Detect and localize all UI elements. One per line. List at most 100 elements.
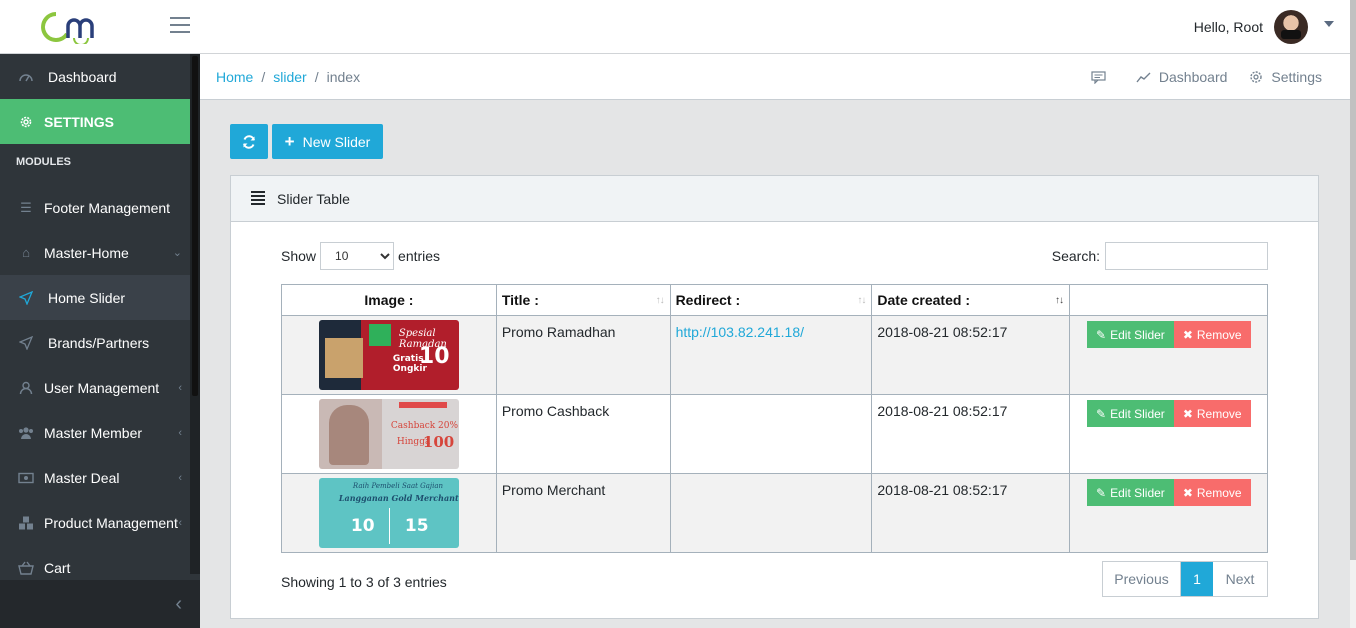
actions-cell: ✎ Edit Slider ✖ Remove [1069, 315, 1268, 395]
page-length-select[interactable]: 10 [320, 242, 395, 270]
image-cell: Cashback 20% Hingga 100 [281, 394, 497, 474]
sidebar-item-home-slider[interactable]: Home Slider [0, 275, 190, 320]
edit-icon: ✎ [1096, 485, 1107, 500]
edit-slider-button[interactable]: ✎ Edit Slider [1087, 321, 1174, 348]
brand-logo[interactable] [40, 8, 114, 44]
remove-button[interactable]: ✖ Remove [1173, 400, 1251, 427]
gear-icon [18, 114, 34, 130]
remove-button[interactable]: ✖ Remove [1173, 479, 1251, 506]
column-header-image: Image : [281, 284, 497, 316]
column-header-label: Title : [501, 292, 539, 308]
sidebar-item-label: Footer Management [44, 199, 171, 216]
page-scrollbar-thumb[interactable] [1350, 0, 1356, 560]
sidebar-item-label: User Management [44, 379, 160, 396]
sidebar-minimizer-button[interactable]: ‹ [0, 580, 200, 628]
gear-icon [1250, 71, 1263, 83]
date-cell: 2018-08-21 08:52:17 [871, 315, 1071, 395]
speech-bubble-button[interactable] [1091, 70, 1114, 84]
chevron-down-icon: ⌄ [172, 247, 182, 259]
sidebar-item-master-deal[interactable]: Master Deal ‹ [0, 455, 190, 500]
new-slider-button[interactable]: + New Slider [272, 124, 383, 159]
image-cell: Spesial Ramadan Gratis Ongkir 10 [281, 315, 497, 395]
sidebar-scrollbar[interactable] [190, 54, 200, 574]
speedometer-icon [18, 69, 34, 85]
breadcrumb-settings-link[interactable]: Settings [1249, 69, 1322, 85]
chevron-left-icon: ‹ [178, 381, 182, 394]
search-input[interactable] [1105, 242, 1268, 270]
paper-plane-icon [18, 335, 34, 351]
breadcrumb-slider-link[interactable]: slider [273, 69, 306, 85]
previous-page-button[interactable]: Previous [1103, 562, 1181, 596]
remove-button[interactable]: ✖ Remove [1173, 321, 1251, 348]
column-header-title[interactable]: Title : ↑↓ [495, 284, 671, 316]
table-info: Showing 1 to 3 of 3 entries [281, 574, 447, 590]
sidebar-item-brands-partners[interactable]: Brands/Partners [0, 320, 190, 365]
column-header-actions [1069, 284, 1268, 316]
remove-label: Remove [1196, 485, 1242, 500]
next-page-button[interactable]: Next [1213, 562, 1267, 596]
sidebar-item-master-home[interactable]: ⌂ Master-Home ⌄ [0, 230, 190, 275]
breadcrumb-separator: / [314, 69, 319, 85]
sidebar-item-user-management[interactable]: User Management ‹ [0, 365, 190, 410]
breadcrumb-home-link[interactable]: Home [216, 69, 253, 85]
slider-table-card: Slider Table Show 10 entries Search: Ima… [230, 175, 1319, 619]
refresh-button[interactable] [230, 124, 268, 159]
slider-thumbnail[interactable]: Spesial Ramadan Gratis Ongkir 10 [318, 320, 459, 390]
redirect-cell: http://103.82.241.18/ [669, 315, 873, 395]
avatar[interactable] [1274, 10, 1308, 44]
sidebar-item-master-member[interactable]: Master Member ‹ [0, 410, 190, 455]
edit-slider-button[interactable]: ✎ Edit Slider [1087, 479, 1174, 506]
home-icon: ⌂ [22, 245, 30, 260]
table-row: Raih Pembeli Saat Gajian Langganan Gold … [281, 473, 1268, 553]
thumbnail-text: Langganan Gold Merchant [338, 493, 459, 503]
page-1-button[interactable]: 1 [1181, 562, 1213, 596]
actions-cell: ✎ Edit Slider ✖ Remove [1069, 473, 1268, 553]
column-header-label: Date created : [877, 292, 970, 308]
money-icon [18, 470, 34, 486]
sidebar-item-label: Dashboard [48, 68, 117, 85]
sidebar-item-dashboard[interactable]: Dashboard [0, 54, 190, 99]
sidebar-toggle-button[interactable] [170, 17, 190, 35]
column-header-label: Redirect : [675, 292, 741, 308]
cubes-icon [18, 515, 34, 531]
redirect-link[interactable]: http://103.82.241.18/ [676, 324, 804, 340]
edit-label: Edit Slider [1110, 327, 1165, 342]
page-scrollbar[interactable] [1350, 0, 1356, 628]
search-label: Search: [1051, 248, 1100, 264]
breadcrumb-settings-label: Settings [1271, 69, 1322, 85]
close-icon: ✖ [1182, 327, 1193, 342]
chevron-left-icon: ‹ [178, 471, 182, 484]
slider-thumbnail[interactable]: Raih Pembeli Saat Gajian Langganan Gold … [318, 478, 459, 548]
remove-label: Remove [1196, 406, 1242, 421]
sidebar-item-footer-management[interactable]: ☰ Footer Management [0, 185, 190, 230]
column-header-date-created[interactable]: Date created : ↑↓ [871, 284, 1071, 316]
user-menu-caret-icon[interactable] [1324, 21, 1334, 27]
edit-slider-button[interactable]: ✎ Edit Slider [1087, 400, 1174, 427]
top-header: Hello, Root [0, 0, 1356, 54]
chevron-left-icon: ‹ [178, 426, 182, 439]
table-search: Search: [1052, 242, 1268, 270]
thumbnail-value: 100 [422, 433, 455, 451]
actions-cell: ✎ Edit Slider ✖ Remove [1069, 394, 1268, 474]
table-header-row: Image : Title : ↑↓ Redirect : ↑↓ Date crea… [281, 284, 1268, 316]
basket-icon [18, 560, 34, 576]
sidebar-item-label: Master-Home [44, 244, 129, 261]
sidebar-section-title: MODULES [16, 156, 71, 168]
thumbnail-value: 10 [350, 516, 375, 536]
edit-icon: ✎ [1096, 327, 1107, 342]
boxes-decoration [324, 338, 363, 378]
breadcrumb-dashboard-link[interactable]: Dashboard [1136, 69, 1228, 85]
sidebar-item-label: Master Deal [44, 469, 120, 486]
sort-desc-icon: ↑↓ [1055, 295, 1064, 306]
slider-thumbnail[interactable]: Cashback 20% Hingga 100 [318, 399, 459, 469]
breadcrumb-menu: Dashboard Settings [1069, 69, 1322, 85]
pagination: Previous 1 Next [1102, 561, 1268, 597]
sidebar-item-settings[interactable]: SETTINGS [0, 99, 190, 144]
sidebar-item-product-management[interactable]: Product Management ‹ [0, 500, 190, 545]
table-row: Cashback 20% Hingga 100 Promo Cashback 2… [281, 394, 1268, 474]
breadcrumb-dashboard-label: Dashboard [1158, 69, 1228, 85]
edit-label: Edit Slider [1110, 485, 1165, 500]
column-header-redirect[interactable]: Redirect : ↑↓ [669, 284, 873, 316]
date-cell: 2018-08-21 08:52:17 [871, 394, 1071, 474]
sidebar-scrollbar-thumb[interactable] [192, 56, 198, 396]
